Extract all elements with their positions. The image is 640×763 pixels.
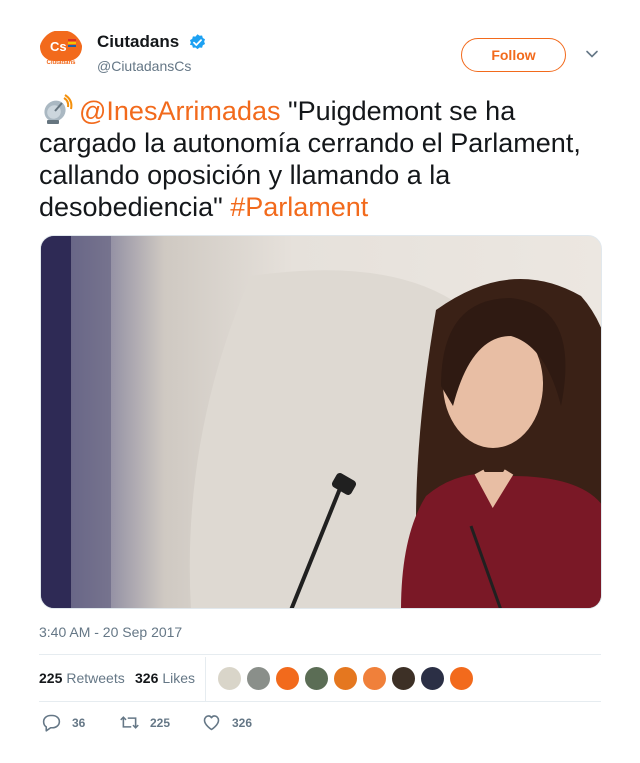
like-button[interactable]: 326 [201,712,252,734]
tweet-photo[interactable] [40,235,602,609]
retweet-count: 225 [150,715,171,730]
avatar[interactable]: Cs Ciutadans [39,30,83,74]
tweet-timestamp[interactable]: 3:40 AM - 20 Sep 2017 [39,624,182,640]
liker-avatar[interactable] [362,666,387,691]
mention-link[interactable]: @InesArrimadas [79,96,280,126]
heart-icon [203,715,220,731]
liker-avatar[interactable] [217,666,242,691]
engagement-stats: 225 Retweets 326 Likes [39,654,601,702]
retweet-icon [120,716,139,729]
liker-avatar[interactable] [246,666,271,691]
likes-stat[interactable]: 326 Likes [135,670,195,686]
ciudadanos-logo-icon: Cs [40,31,82,61]
svg-text:Cs: Cs [50,39,67,54]
stats-divider [205,657,206,701]
retweet-button[interactable]: 225 [119,712,170,734]
retweets-count: 225 [39,670,63,686]
follow-button[interactable]: Follow [461,38,566,72]
tweet-text: @InesArrimadas "Puigdemont se ha cargado… [39,94,603,223]
liker-avatar[interactable] [420,666,445,691]
like-count: 326 [232,715,253,730]
reply-count: 36 [72,715,86,730]
tweet-actions: 36 225 326 [39,712,339,736]
likes-label: Likes [162,670,196,686]
photo-icon [41,236,601,608]
liker-avatar[interactable] [275,666,300,691]
tweet-header: Cs Ciutadans Ciutadans @CiutadansCs Foll… [39,30,601,80]
chevron-down-icon[interactable] [584,46,600,62]
avatar-subtext: Ciutadans [46,60,76,66]
retweets-stat[interactable]: 225 Retweets [39,670,125,686]
liker-avatar[interactable] [391,666,416,691]
account-names: Ciutadans @CiutadansCs [97,32,207,74]
handle[interactable]: @CiutadansCs [97,58,207,74]
liker-avatar[interactable] [304,666,329,691]
hashtag-link[interactable]: #Parlament [230,192,368,222]
liker-avatar[interactable] [333,666,358,691]
satellite-antenna-icon [44,94,73,124]
display-name[interactable]: Ciutadans [97,32,179,52]
reply-icon [42,714,61,732]
reply-button[interactable]: 36 [41,712,85,734]
likes-count: 326 [135,670,159,686]
retweets-label: Retweets [66,670,125,686]
liker-avatar[interactable] [449,666,474,691]
verified-badge-icon [189,33,205,49]
